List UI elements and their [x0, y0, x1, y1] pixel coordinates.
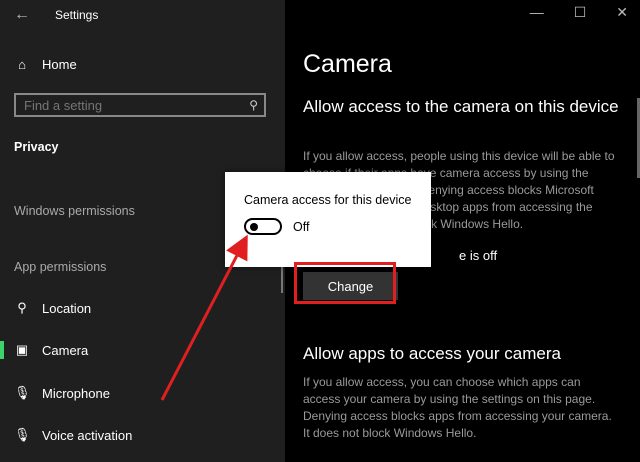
- annotation-arrow-icon: [160, 234, 248, 401]
